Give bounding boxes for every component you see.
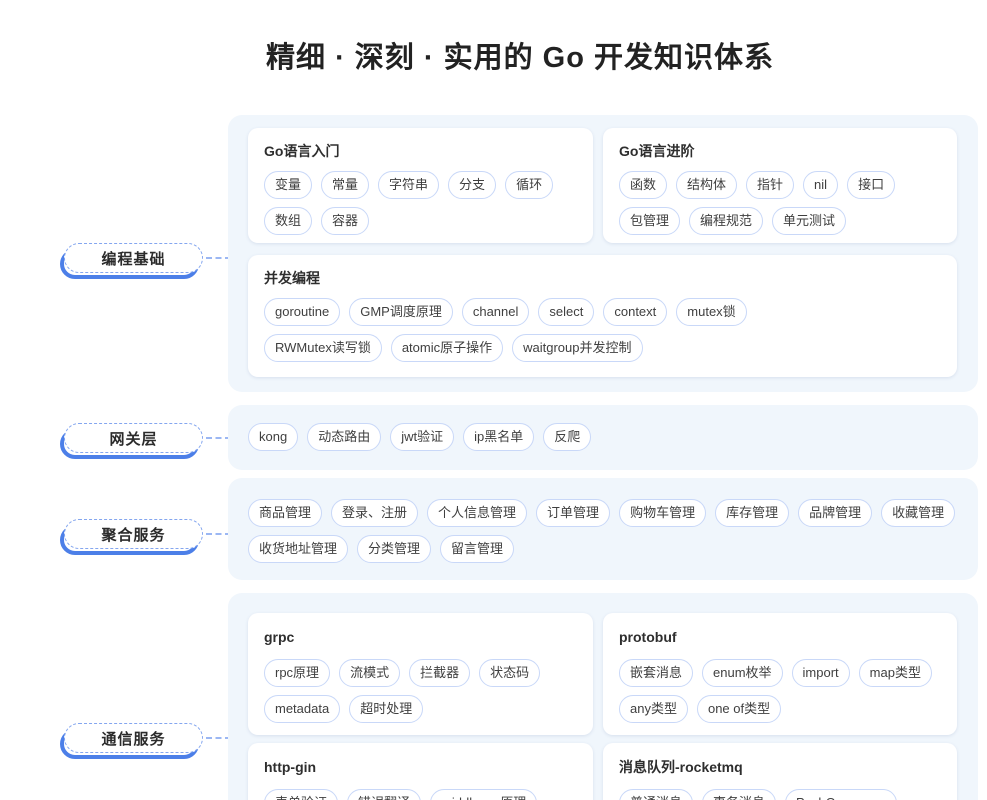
tag-pill: RWMutex读写锁: [264, 334, 382, 362]
tag-pill: import: [792, 659, 850, 687]
section-gateway-layer: kong 动态路由 jwt验证 ip黑名单反爬: [228, 405, 978, 470]
card-title: grpc: [264, 628, 577, 646]
tag-pill: 订单管理: [536, 499, 610, 527]
tag-pill: 函数: [619, 171, 667, 199]
section-communication-services: grpc rpc原理流模式拦截器状态码 metadata 超时处理 protobuf…: [228, 593, 978, 800]
tag-pill: waitgroup并发控制: [512, 334, 642, 362]
card-title: Go语言进阶: [619, 142, 941, 160]
tag-pill: 收藏管理: [881, 499, 955, 527]
tag-pill: channel: [462, 298, 530, 326]
tag-pill: 结构体: [676, 171, 737, 199]
side-label-text: 编程基础: [64, 243, 203, 273]
side-label-communication-services: 通信服务: [64, 723, 203, 753]
tag-pill: kong: [248, 423, 298, 451]
section-aggregation-services: 商品管理登录、注册个人信息管理订单管理购物车管理库存管理品牌管理收藏管理收货地址…: [228, 478, 978, 580]
card-go-intro: Go语言入门 变量常量字符串分支循环数组容器: [248, 128, 593, 243]
card-title: http-gin: [264, 758, 577, 776]
tag-pill: enum枚举: [702, 659, 783, 687]
tag-pill: 嵌套消息: [619, 659, 693, 687]
side-label-gateway-layer: 网关层: [64, 423, 203, 453]
tag-pill: 反爬: [543, 423, 591, 451]
card-title: 并发编程: [264, 269, 941, 287]
tag-pill: jwt验证: [390, 423, 454, 451]
tag-pill: PushConsumer: [785, 789, 897, 800]
tag-pill: 指针: [746, 171, 794, 199]
tag-pill: metadata: [264, 695, 340, 723]
tag-pill: goroutine: [264, 298, 340, 326]
card-title: protobuf: [619, 628, 941, 646]
card-go-advanced: Go语言进阶 函数结构体指针 nil 接口包管理编程规范单元测试: [603, 128, 957, 243]
tag-pill: 商品管理: [248, 499, 322, 527]
card-title: Go语言入门: [264, 142, 577, 160]
card-http-gin: http-gin 表单验证错误翻译 middlware原理: [248, 743, 593, 800]
tag-pill: 数组: [264, 207, 312, 235]
side-label-text: 聚合服务: [64, 519, 203, 549]
section-programming-basics: Go语言入门 变量常量字符串分支循环数组容器 Go语言进阶 函数结构体指针 nil…: [228, 115, 978, 392]
tag-pill: GMP调度原理: [349, 298, 453, 326]
tag-pill: 变量: [264, 171, 312, 199]
tag-pill: 收货地址管理: [248, 535, 348, 563]
tag-pill: map类型: [859, 659, 932, 687]
side-label-aggregation-services: 聚合服务: [64, 519, 203, 549]
tag-pill: 常量: [321, 171, 369, 199]
tag-list: 普通消息事务消息 PushConsumer: [619, 789, 941, 800]
tag-pill: 个人信息管理: [427, 499, 527, 527]
tag-pill: any类型: [619, 695, 688, 723]
tag-pill: 错误翻译: [347, 789, 421, 800]
card-protobuf: protobuf 嵌套消息 enum枚举 import map类型 any类型 one o…: [603, 613, 957, 735]
tag-list: 表单验证错误翻译 middlware原理: [264, 789, 577, 800]
tag-list: 商品管理登录、注册个人信息管理订单管理购物车管理库存管理品牌管理收藏管理收货地址…: [248, 499, 958, 563]
tag-pill: select: [538, 298, 594, 326]
tag-pill: 字符串: [378, 171, 439, 199]
tag-pill: 普通消息: [619, 789, 693, 800]
tag-pill: 购物车管理: [619, 499, 706, 527]
tag-pill: ip黑名单: [463, 423, 534, 451]
tag-pill: 分类管理: [357, 535, 431, 563]
tag-pill: 分支: [448, 171, 496, 199]
side-label-programming-basics: 编程基础: [64, 243, 203, 273]
knowledge-map-page: 精细 · 深刻 · 实用的 Go 开发知识体系 编程基础 网关层 聚合服务 通信…: [0, 0, 987, 800]
tag-pill: 超时处理: [349, 695, 423, 723]
tag-pill: 品牌管理: [798, 499, 872, 527]
side-label-text: 网关层: [64, 423, 203, 453]
tag-pill: 单元测试: [772, 207, 846, 235]
tag-pill: 事务消息: [702, 789, 776, 800]
tag-pill: 登录、注册: [331, 499, 418, 527]
tag-list: rpc原理流模式拦截器状态码 metadata 超时处理: [264, 659, 577, 723]
side-label-text: 通信服务: [64, 723, 203, 753]
card-grpc: grpc rpc原理流模式拦截器状态码 metadata 超时处理: [248, 613, 593, 735]
tag-pill: 状态码: [479, 659, 540, 687]
card-rocketmq: 消息队列-rocketmq 普通消息事务消息 PushConsumer: [603, 743, 957, 800]
tag-list: goroutine GMP调度原理 channel select context mute…: [264, 298, 824, 362]
tag-pill: 表单验证: [264, 789, 338, 800]
tag-pill: rpc原理: [264, 659, 330, 687]
tag-pill: 循环: [505, 171, 553, 199]
tag-pill: one of类型: [697, 695, 781, 723]
card-title: 消息队列-rocketmq: [619, 758, 941, 776]
tag-pill: atomic原子操作: [391, 334, 503, 362]
tag-list: kong 动态路由 jwt验证 ip黑名单反爬: [248, 423, 958, 451]
tag-pill: 包管理: [619, 207, 680, 235]
tag-pill: 拦截器: [409, 659, 470, 687]
tag-pill: middlware原理: [430, 789, 537, 800]
tag-list: 变量常量字符串分支循环数组容器: [264, 171, 577, 235]
tag-list: 嵌套消息 enum枚举 import map类型 any类型 one of类型: [619, 659, 941, 723]
card-concurrency: 并发编程 goroutine GMP调度原理 channel select contex…: [248, 255, 957, 377]
tag-pill: 留言管理: [440, 535, 514, 563]
tag-pill: nil: [803, 171, 838, 199]
tag-pill: mutex锁: [676, 298, 746, 326]
tag-pill: 容器: [321, 207, 369, 235]
tag-pill: 流模式: [339, 659, 400, 687]
tag-pill: 编程规范: [689, 207, 763, 235]
tag-list: 函数结构体指针 nil 接口包管理编程规范单元测试: [619, 171, 941, 235]
tag-pill: 接口: [847, 171, 895, 199]
tag-pill: 库存管理: [715, 499, 789, 527]
page-title: 精细 · 深刻 · 实用的 Go 开发知识体系: [0, 34, 987, 76]
tag-pill: 动态路由: [307, 423, 381, 451]
tag-pill: context: [603, 298, 667, 326]
